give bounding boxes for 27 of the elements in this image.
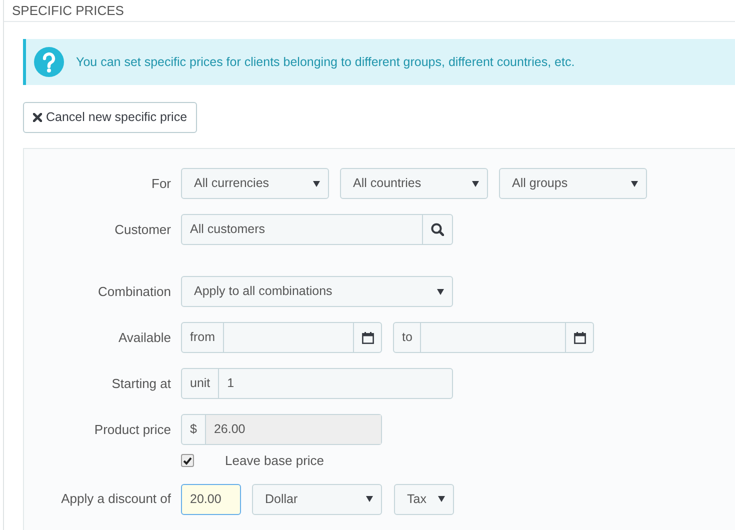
addon-label: $: [190, 421, 197, 438]
field-label: Available: [118, 330, 171, 345]
select-field[interactable]: Apply to all combinations: [181, 276, 453, 307]
section-title: SPECIFIC PRICES: [4, 0, 735, 22]
date-field[interactable]: from: [181, 322, 382, 353]
discount-field[interactable]: 20.00: [181, 484, 241, 514]
checkbox-label: Leave base price: [225, 452, 324, 470]
cancel-button[interactable]: Cancel new specific price: [23, 102, 198, 133]
addon-label: from: [190, 329, 215, 346]
field-label: Starting at: [112, 376, 171, 391]
select-field[interactable]: Tax: [394, 484, 454, 514]
select-field[interactable]: All groups: [499, 168, 647, 199]
field-label: Product price: [94, 422, 171, 437]
field-value: 26.00: [214, 421, 246, 438]
select-field[interactable]: All currencies: [181, 168, 329, 199]
field-label: For: [152, 176, 171, 191]
field-label: Apply a discount of: [61, 491, 171, 506]
alert-text: You can set specific prices for clients belonging to different groups, different countries, etc.: [76, 54, 575, 71]
select-field[interactable]: All countries: [340, 168, 488, 199]
addon-label: unit: [190, 375, 210, 392]
select-field[interactable]: Dollar: [252, 484, 382, 514]
input-field[interactable]: unit 1: [181, 368, 453, 399]
field-value: 1: [227, 375, 234, 392]
date-field[interactable]: to: [393, 322, 594, 353]
field-label: Customer: [114, 222, 171, 237]
field-label: Combination: [98, 284, 171, 299]
addon-label: to: [402, 329, 412, 346]
